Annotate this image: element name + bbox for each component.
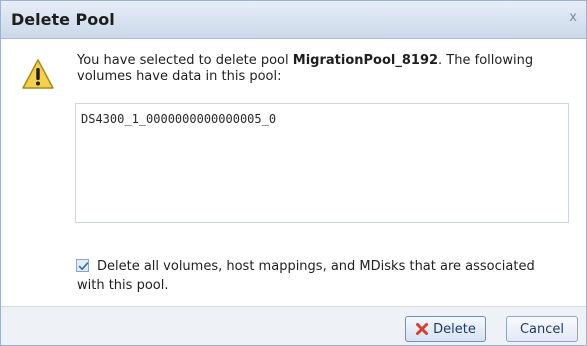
delete-button[interactable]: Delete <box>405 316 486 342</box>
dialog-title: Delete Pool <box>11 10 115 29</box>
delete-pool-dialog: Delete Pool x You have selected to delet… <box>0 0 587 346</box>
red-x-icon <box>416 323 429 335</box>
pool-name: MigrationPool_8192 <box>292 53 439 68</box>
close-icon[interactable]: x <box>569 10 577 25</box>
delete-associated-checkbox[interactable] <box>76 259 89 272</box>
dialog-titlebar[interactable]: Delete Pool x <box>1 1 586 39</box>
cancel-button-label: Cancel <box>519 321 565 337</box>
delete-button-label: Delete <box>433 321 476 337</box>
warning-icon <box>22 59 54 89</box>
checkmark-icon <box>78 262 89 271</box>
message-prefix: You have selected to delete pool <box>77 53 293 68</box>
cancel-button[interactable]: Cancel <box>506 316 578 342</box>
volume-list-item: DS4300_1_0000000000000005_0 <box>81 112 277 126</box>
volume-list-box[interactable]: DS4300_1_0000000000000005_0 <box>75 103 569 223</box>
delete-associated-checkbox-label[interactable]: Delete all volumes, host mappings, and M… <box>77 257 557 295</box>
dialog-footer <box>1 306 586 345</box>
delete-confirmation-message: You have selected to delete pool Migrati… <box>77 53 567 85</box>
